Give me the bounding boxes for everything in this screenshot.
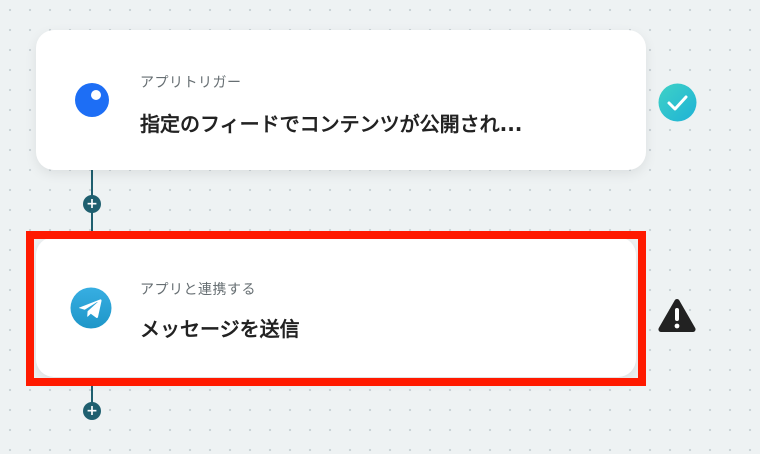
step-label: アプリと連携する <box>140 282 256 298</box>
completed-check-icon <box>658 83 697 122</box>
telegram-icon <box>70 287 112 329</box>
step-label: アプリトリガー <box>140 75 242 91</box>
trigger-step-card[interactable]: アプリトリガー 指定のフィードでコンテンツが公開され... <box>36 30 646 170</box>
warning-icon <box>658 299 696 332</box>
blue-dot-icon <box>75 83 109 117</box>
action-step-card[interactable]: アプリと連携する メッセージを送信 <box>36 237 636 377</box>
add-step-button-1[interactable]: + <box>83 195 101 213</box>
step-title: 指定のフィードでコンテンツが公開され... <box>140 112 523 136</box>
step-title: メッセージを送信 <box>140 317 300 341</box>
add-step-button-2[interactable]: + <box>83 402 101 420</box>
